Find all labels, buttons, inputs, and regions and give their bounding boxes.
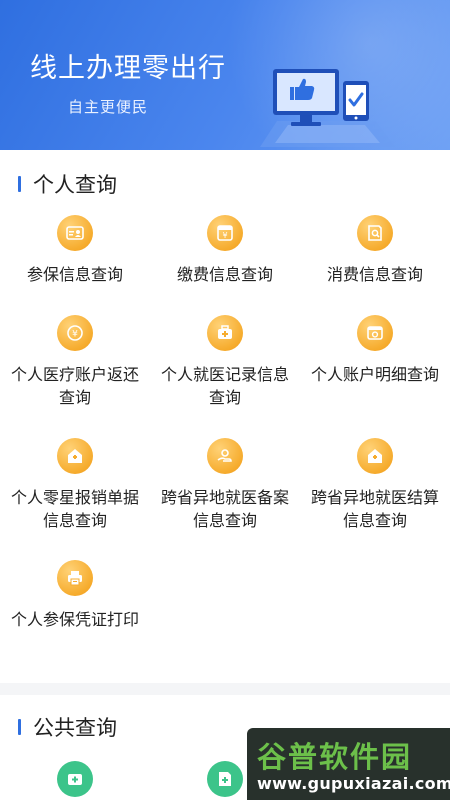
print-certificate-icon [57, 560, 93, 596]
medical-institution-icon[interactable] [57, 761, 93, 797]
query-item-remote-filing[interactable]: 跨省异地就医备案信息查询 [150, 438, 300, 532]
query-item-reimbursement-docs[interactable]: 个人零星报销单据信息查询 [0, 438, 150, 532]
query-item-label: 缴费信息查询 [176, 265, 273, 284]
query-item-label: 消费信息查询 [326, 265, 423, 284]
query-item-payment-info[interactable]: ¥ 缴费信息查询 [150, 215, 300, 286]
section-accent-bar [18, 176, 21, 192]
svg-text:¥: ¥ [72, 330, 78, 340]
section-header: 个人查询 [18, 170, 117, 198]
watermark: 谷普软件园 www.gupuxiazai.com [247, 728, 450, 800]
account-detail-icon [357, 315, 393, 351]
query-item-account-detail[interactable]: 个人账户明细查询 [300, 315, 450, 386]
banner: 线上办理零出行 自主更便民 [0, 0, 450, 150]
location-hand-icon [207, 438, 243, 474]
document-plus-icon[interactable] [207, 761, 243, 797]
receipt-search-icon [357, 215, 393, 251]
banner-title: 线上办理零出行 [30, 53, 226, 84]
svg-text:¥: ¥ [222, 231, 227, 240]
query-item-certificate-print[interactable]: 个人参保凭证打印 [0, 560, 150, 631]
computer-thumbs-up-illustration [260, 69, 395, 147]
section-title: 个人查询 [33, 173, 117, 197]
banner-subtitle: 自主更便民 [68, 98, 149, 116]
query-item-label: 参保信息查询 [26, 265, 123, 284]
medical-kit-icon [207, 315, 243, 351]
query-item-label: 个人账户明细查询 [311, 365, 440, 384]
yen-payment-icon: ¥ [207, 215, 243, 251]
query-item-label: 跨省异地就医结算信息查询 [311, 488, 440, 530]
home-reimburse-icon [57, 438, 93, 474]
watermark-name: 谷普软件园 [257, 740, 413, 774]
section-header: 公共查询 [18, 713, 117, 741]
id-card-icon [57, 215, 93, 251]
query-item-label: 个人零星报销单据信息查询 [11, 488, 140, 530]
query-item-consumption-info[interactable]: 消费信息查询 [300, 215, 450, 286]
query-item-label: 跨省异地就医备案信息查询 [161, 488, 290, 530]
query-item-label: 个人医疗账户返还查询 [11, 365, 140, 407]
query-item-label: 个人就医记录信息查询 [161, 365, 290, 407]
query-item-medical-records[interactable]: 个人就医记录信息查询 [150, 315, 300, 409]
query-item-label: 个人参保凭证打印 [11, 610, 140, 629]
refund-icon: ¥ [57, 315, 93, 351]
watermark-url: www.gupuxiazai.com [257, 774, 450, 793]
query-item-medical-account-refund[interactable]: ¥ 个人医疗账户返还查询 [0, 315, 150, 409]
section-title: 公共查询 [33, 716, 117, 740]
personal-query-section: 个人查询 参保信息查询 ¥ 缴费信息查询 消费信息查询 ¥ 个人医疗账户返还查询… [0, 150, 450, 683]
query-item-insurance-info[interactable]: 参保信息查询 [0, 215, 150, 286]
section-accent-bar [18, 719, 21, 735]
query-item-remote-settlement[interactable]: 跨省异地就医结算信息查询 [300, 438, 450, 532]
home-settle-icon [357, 438, 393, 474]
